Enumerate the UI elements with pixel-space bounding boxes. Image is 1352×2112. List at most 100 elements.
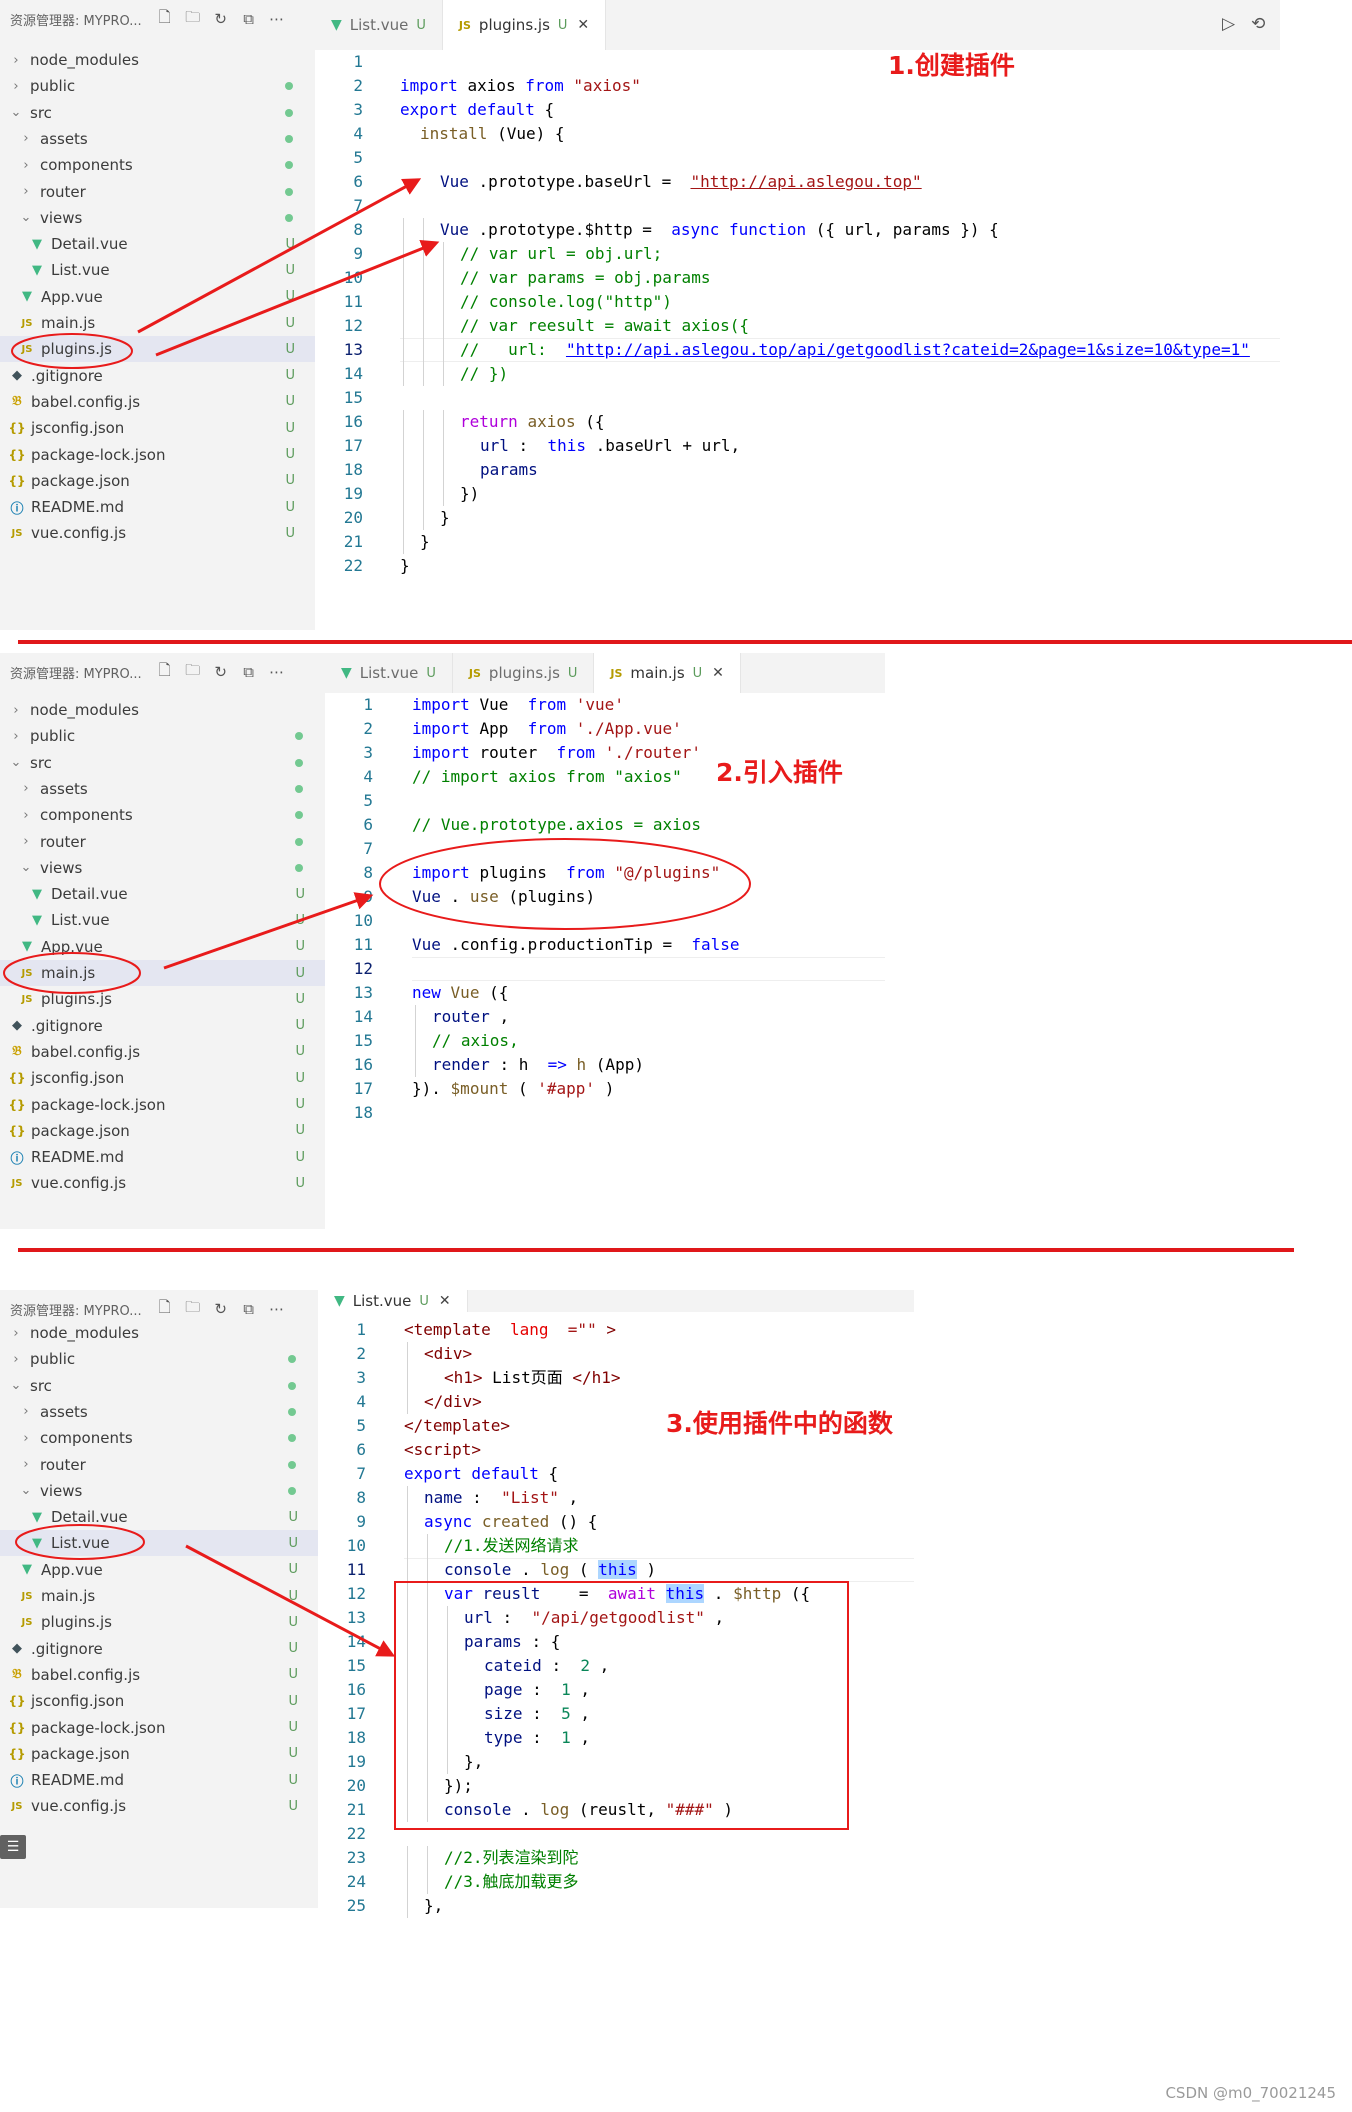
tree-item[interactable]: › assets — [0, 1399, 318, 1425]
new-file-icon[interactable]: 🗋 — [156, 1298, 174, 1318]
refresh-icon[interactable]: ↻ — [212, 1300, 230, 1318]
code-token: }) — [460, 484, 480, 503]
tree-item[interactable]: ⌄ src — [0, 100, 315, 126]
tree-item[interactable]: ◆ .gitignore U — [0, 1636, 318, 1662]
tab-list-vue[interactable]: ▼ List.vue U ✕ — [318, 1290, 468, 1312]
tree-item[interactable]: ▼ Detail.vue U — [0, 1504, 318, 1530]
tab-plugins-js[interactable]: JS plugins.js U ✕ — [442, 0, 607, 50]
tree-item[interactable]: JS main.js U — [0, 960, 325, 986]
collapse-icon[interactable]: ⧉ — [240, 1300, 258, 1318]
tree-item[interactable]: JS vue.config.js U — [0, 1170, 325, 1196]
tree-item[interactable]: JS vue.config.js U — [0, 1793, 318, 1819]
tree-item[interactable]: {} jsconfig.json U — [0, 1065, 325, 1091]
tree-item-label: main.js — [41, 1587, 96, 1605]
new-file-icon[interactable]: 🗋 — [156, 8, 174, 28]
tree-item[interactable]: › router — [0, 179, 315, 205]
new-file-icon[interactable]: 🗋 — [156, 661, 174, 681]
tree-item[interactable]: JS plugins.js U — [0, 336, 315, 363]
tree-item-label: Detail.vue — [51, 1508, 128, 1527]
tree-item[interactable]: {} package-lock.json U — [0, 1092, 325, 1118]
tree-item[interactable]: {} jsconfig.json U — [0, 415, 315, 441]
split-editor-icon[interactable]: ⟲ — [1251, 14, 1265, 34]
tree-item[interactable]: › components — [0, 1425, 318, 1451]
tree-item[interactable]: ▼ List.vue U — [0, 1530, 318, 1557]
tree-item[interactable]: 𝔅babel.config.js U — [0, 1662, 318, 1688]
chevron-right-icon: › — [23, 184, 29, 199]
chevron-right-icon: › — [23, 1457, 29, 1472]
tree-item[interactable]: {} package-lock.json U — [0, 1715, 318, 1741]
tab-list-vue[interactable]: ▼ List.vue U — [325, 653, 453, 693]
tree-item[interactable]: ⌄ views — [0, 205, 315, 231]
tree-item[interactable]: › components — [0, 152, 315, 178]
tree-item[interactable]: ▼ App.vue U — [0, 284, 315, 310]
tab-list-vue[interactable]: ▼ List.vue U — [315, 0, 443, 50]
tree-item[interactable]: ⓘ README.md U — [0, 494, 315, 520]
tree-item[interactable]: ▼ App.vue U — [0, 1557, 318, 1583]
tree-item[interactable]: 𝔅babel.config.js U — [0, 1039, 325, 1065]
tree-item[interactable]: › router — [0, 829, 325, 855]
close-icon[interactable]: ✕ — [439, 1293, 451, 1309]
tree-item[interactable]: ⓘ README.md U — [0, 1144, 325, 1170]
new-folder-icon[interactable]: 🗀 — [184, 661, 202, 681]
tree-item[interactable]: › assets — [0, 126, 315, 152]
tree-item[interactable]: ⓘ README.md U — [0, 1767, 318, 1793]
tree-item[interactable]: ▼ App.vue U — [0, 934, 325, 960]
tree-item[interactable]: {} jsconfig.json U — [0, 1688, 318, 1714]
tree-item[interactable]: {} package.json U — [0, 1741, 318, 1767]
tree-item[interactable]: › router — [0, 1452, 318, 1478]
more-icon[interactable]: ⋯ — [268, 10, 286, 28]
new-folder-icon[interactable]: 🗀 — [184, 8, 202, 28]
code-token: "@/plugins" — [614, 863, 721, 882]
chevron-down-icon: ⌄ — [20, 210, 32, 226]
outline-toggle-icon[interactable]: ☰ — [0, 1835, 26, 1859]
tree-item[interactable]: JS main.js U — [0, 310, 315, 336]
code-token: 1 — [561, 1680, 571, 1699]
tree-item[interactable]: ⌄ views — [0, 855, 325, 881]
close-icon[interactable]: ✕ — [712, 665, 724, 681]
tree-item[interactable]: 𝔅babel.config.js U — [0, 389, 315, 415]
tree-item[interactable]: › public — [0, 73, 315, 99]
tree-item[interactable]: ▼ List.vue U — [0, 907, 325, 933]
tab-main-js[interactable]: JS main.js U ✕ — [594, 653, 741, 693]
tree-item[interactable]: JS vue.config.js U — [0, 520, 315, 546]
tree-item[interactable]: JS plugins.js U — [0, 986, 325, 1012]
close-icon[interactable]: ✕ — [577, 17, 589, 33]
tree-item[interactable]: {} package.json U — [0, 468, 315, 494]
code-line: <h1> List页面 </h1> — [444, 1366, 621, 1390]
tree-item[interactable]: ◆ .gitignore U — [0, 1013, 325, 1039]
tree-item[interactable]: {} package.json U — [0, 1118, 325, 1144]
tree-item[interactable]: › public — [0, 723, 325, 749]
tree-item[interactable]: ▼ List.vue U — [0, 257, 315, 283]
tree-item-label: src — [30, 1376, 52, 1395]
tree-item[interactable]: JS plugins.js U — [0, 1609, 318, 1635]
code-token: // axios, — [432, 1031, 519, 1050]
tree-item[interactable]: ▼ Detail.vue U — [0, 231, 315, 257]
more-icon[interactable]: ⋯ — [268, 1300, 286, 1318]
tree-item[interactable]: › node_modules — [0, 1320, 318, 1346]
refresh-icon[interactable]: ↻ — [212, 10, 230, 28]
tree-item[interactable]: ⌄ views — [0, 1478, 318, 1504]
code-token: name — [424, 1488, 463, 1507]
tree-item[interactable]: › components — [0, 802, 325, 828]
tree-item[interactable]: › public — [0, 1346, 318, 1372]
tree-item[interactable]: ◆ .gitignore U — [0, 363, 315, 389]
run-icon[interactable]: ▷ — [1222, 14, 1235, 34]
code-editor[interactable]: 1 2 import axios from "axios" 3 export defau… — [315, 50, 1280, 588]
tree-item[interactable]: ⌄ src — [0, 1373, 318, 1399]
collapse-icon[interactable]: ⧉ — [240, 663, 258, 681]
collapse-icon[interactable]: ⧉ — [240, 10, 258, 28]
refresh-icon[interactable]: ↻ — [212, 663, 230, 681]
code-token: 1 — [561, 1728, 571, 1747]
more-icon[interactable]: ⋯ — [268, 663, 286, 681]
tab-plugins-js[interactable]: JS plugins.js U — [453, 653, 595, 693]
tree-item[interactable]: ⌄ src — [0, 750, 325, 776]
new-folder-icon[interactable]: 🗀 — [184, 1298, 202, 1318]
vue-file-icon: ▼ — [22, 1562, 32, 1578]
tree-item[interactable]: › node_modules — [0, 697, 325, 723]
tree-item[interactable]: › assets — [0, 776, 325, 802]
tree-item[interactable]: ▼ Detail.vue U — [0, 881, 325, 907]
code-token: , — [580, 1680, 590, 1699]
tree-item[interactable]: › node_modules — [0, 47, 315, 73]
tree-item[interactable]: JS main.js U — [0, 1583, 318, 1609]
tree-item[interactable]: {} package-lock.json U — [0, 442, 315, 468]
